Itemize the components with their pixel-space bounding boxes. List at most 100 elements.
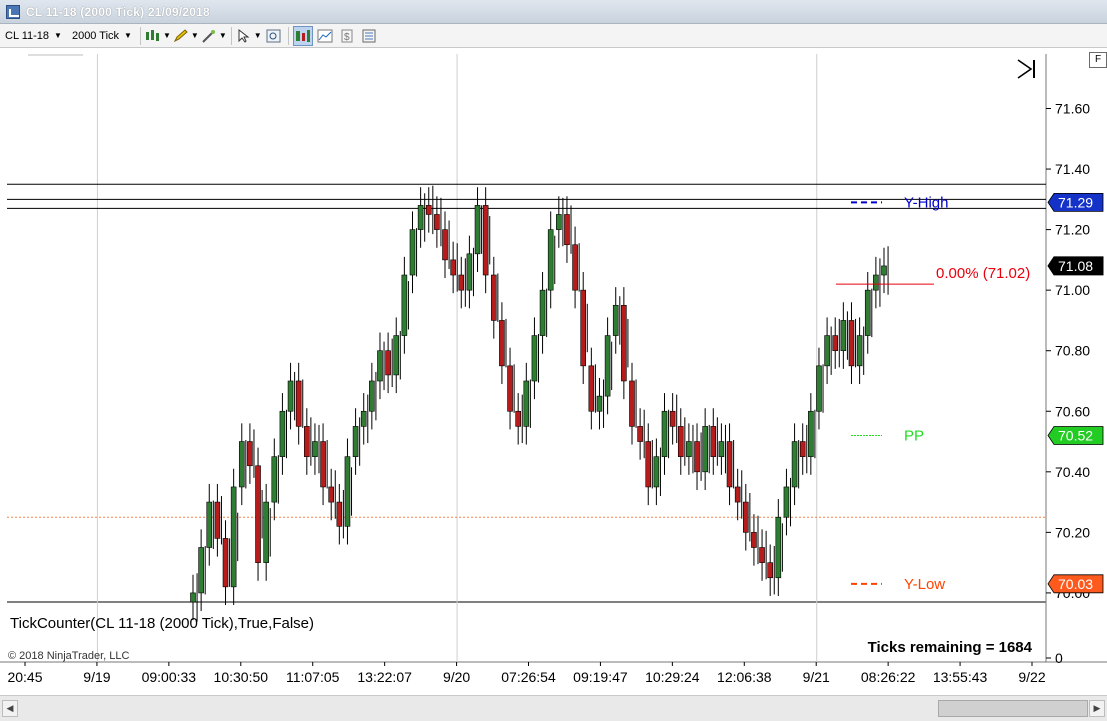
candle-body [401,274,408,336]
chart-window: CL 11-18 (2000 Tick) 21/09/2018 CL 11-18… [0,0,1107,721]
candle-body [580,289,587,367]
candle-body [629,380,635,427]
candle-body [864,289,871,336]
y-tick-label: 71.60 [1055,100,1090,116]
candle-body [661,410,668,457]
x-tick-label: 9/19 [83,669,110,685]
candle-body [287,380,294,412]
price-badge-y-high: 71.29 [1047,192,1104,212]
candle-body [214,501,221,539]
candle-body [556,214,562,230]
candle-body [255,465,261,563]
candle-body [279,410,286,457]
candle-body [417,205,424,230]
candle-body [450,259,456,276]
candle-body [572,244,578,291]
candle-body [474,205,481,255]
x-tick-label: 10:29:24 [645,669,700,685]
candle-body [190,592,196,603]
x-tick-label: 08:26:22 [861,669,916,685]
y-tick-label: 70.60 [1055,403,1090,419]
y-tick-label: 71.40 [1055,161,1090,177]
candle-body [312,441,318,457]
candle-body [377,350,383,382]
candle-body [604,335,611,397]
candle-body [515,410,521,427]
candle-body [539,289,546,336]
candle-body [409,229,416,276]
price-badge-text: 71.29 [1058,194,1093,210]
y-tick-label: 70.80 [1055,343,1090,359]
candle-body [645,441,652,488]
x-tick-label: 9/22 [1018,669,1045,685]
candle-body [816,365,822,412]
candle-body [328,486,335,503]
candle-body [263,501,269,563]
candle-body [881,265,887,276]
candle-body [385,350,391,376]
y-tick-label: 71.20 [1055,222,1090,238]
price-chart[interactable]: 71.60 71.40 71.20 71.00 70.80 70.60 70.40 70.20… [0,0,1107,695]
x-tick-label: 12:06:38 [717,669,772,685]
candle-body [442,229,448,261]
candle-body [360,410,367,427]
y-tick-label: 71.00 [1055,282,1090,298]
candle-body [271,456,278,503]
candle-body [612,304,619,336]
candle-body [482,205,489,276]
candle-body [507,365,513,412]
candle-body [304,426,310,457]
copyright-text: © 2018 NinjaTrader, LLC [8,650,129,662]
candle-body [466,253,473,291]
candle-body [458,274,465,291]
x-tick-label: 20:45 [7,669,42,685]
scroll-left-icon[interactable]: ◀ [2,700,18,717]
candle-body [686,441,692,457]
x-tick-label: 11:07:05 [286,669,340,685]
candle-body [710,426,717,457]
candle-body [531,335,538,382]
candle-body [734,486,741,503]
candle-body [352,426,359,457]
indicator-axis-zero: 0 [1055,650,1063,666]
candle-body [751,532,757,548]
ticks-remaining-label: Ticks remaining = 1684 [868,639,1033,656]
candle-body [775,516,782,579]
price-badge-text: 70.52 [1058,427,1093,443]
candle-body [198,547,204,594]
candle-body [499,320,505,367]
level-label-y-high: Y-High [904,194,948,211]
level-label-y-low: Y-Low [904,576,945,593]
horizontal-scrollbar[interactable]: ◀ ▶ [0,695,1107,721]
price-panel[interactable] [7,54,1046,602]
x-tick-label: 10:30:50 [214,669,269,685]
candle-body [547,229,554,291]
candle-body [848,320,855,367]
candle-body [637,426,643,442]
candle-body [621,304,627,382]
candle-body [873,274,879,291]
candle-body [222,538,229,588]
y-tick-label: 70.20 [1055,524,1090,540]
indicator-name: TickCounter(CL 11-18 (2000 Tick),True,Fa… [10,615,314,632]
candle-body [490,274,497,321]
candle-body [336,501,343,527]
candle-body [759,547,765,563]
candle-body [295,380,302,427]
last-price-badge: 71.08 [1047,256,1104,276]
scroll-right-icon[interactable]: ▶ [1089,700,1105,717]
x-tick-label: 13:55:43 [933,669,988,685]
scroll-thumb[interactable] [938,700,1088,717]
candle-body [808,410,814,457]
price-badge-pp: 70.52 [1047,426,1104,445]
price-badge-y-low: 70.03 [1047,574,1104,594]
candle-body [596,395,603,412]
candle-body [669,410,676,427]
candle-body [247,441,253,467]
candle-body [238,441,245,488]
candle-body [588,365,595,412]
candle-body [206,501,213,548]
candle-body [369,380,375,412]
candle-body [702,426,708,473]
candle-body [677,426,684,457]
